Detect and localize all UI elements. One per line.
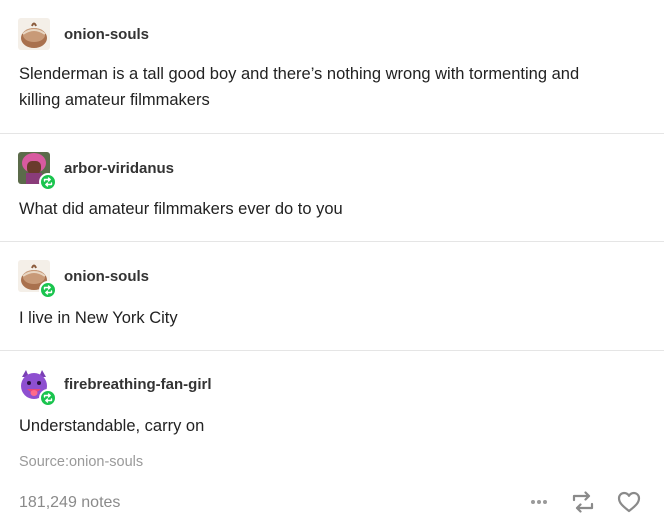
more-options-icon[interactable] — [528, 491, 550, 513]
divider — [0, 133, 664, 134]
reblog-icon[interactable] — [570, 489, 596, 515]
onion-avatar-icon — [18, 18, 50, 50]
username[interactable]: arbor-viridanus — [64, 160, 174, 177]
entry-header: arbor-viridanus — [18, 152, 174, 191]
source-line: Source:onion-souls — [19, 454, 143, 470]
reblog-badge-icon — [39, 281, 57, 299]
source-link[interactable]: onion-souls — [69, 454, 143, 470]
post-text: Understandable, carry on — [19, 417, 205, 435]
divider — [0, 241, 664, 242]
avatar[interactable] — [18, 368, 57, 407]
reblog-badge-icon — [39, 173, 57, 191]
post-text: What did amateur filmmakers ever do to y… — [19, 200, 343, 218]
post-text: I live in New York City — [19, 309, 178, 327]
divider — [0, 350, 664, 351]
username[interactable]: onion-souls — [64, 268, 149, 285]
notes-count[interactable]: 181,249 notes — [19, 494, 120, 512]
tumblr-post: onion-souls Slenderman is a tall good bo… — [0, 0, 664, 526]
avatar[interactable] — [18, 18, 50, 50]
post-actions — [508, 489, 642, 515]
heart-icon[interactable] — [616, 489, 642, 515]
reblog-badge-icon — [39, 389, 57, 407]
entry-header: onion-souls — [18, 260, 149, 299]
username[interactable]: firebreathing-fan-girl — [64, 376, 212, 393]
post-footer: 181,249 notes — [0, 486, 664, 520]
source-label: Source: — [19, 454, 69, 470]
avatar[interactable] — [18, 152, 57, 191]
username[interactable]: onion-souls — [64, 26, 149, 43]
entry-header: firebreathing-fan-girl — [18, 368, 212, 407]
entry-header: onion-souls — [18, 18, 149, 50]
avatar[interactable] — [18, 260, 57, 299]
post-text: Slenderman is a tall good boy and there’… — [19, 65, 580, 109]
